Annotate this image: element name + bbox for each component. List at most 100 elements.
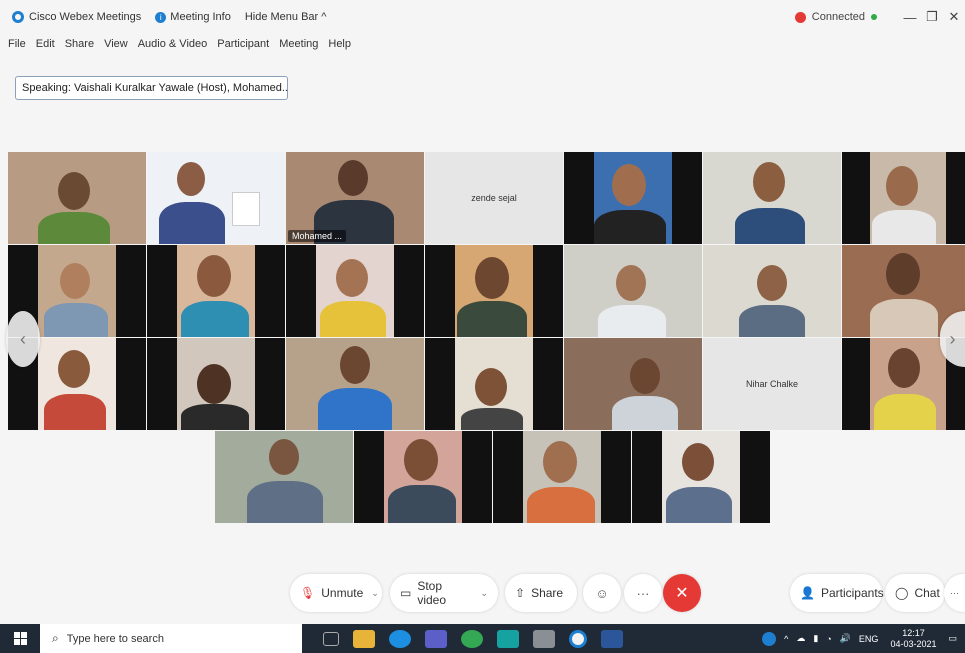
clock-time: 12:17 xyxy=(902,627,925,638)
video-tile[interactable] xyxy=(354,431,492,523)
speaking-indicator: Speaking: Vaishali Kuralkar Yawale (Host… xyxy=(15,76,288,100)
webex-meeting-window: Cisco Webex Meetings i Meeting Info Hide… xyxy=(0,0,965,653)
menu-share[interactable]: Share xyxy=(65,38,94,56)
video-tile[interactable] xyxy=(703,152,841,244)
stop-video-button[interactable]: ▭ Stop video ⌄ xyxy=(390,574,498,612)
video-tile[interactable] xyxy=(632,431,770,523)
unmute-button[interactable]: 🎙 Unmute ⌄ xyxy=(290,574,382,612)
meeting-controls: 🎙 Unmute ⌄ ▭ Stop video ⌄ ⇧ Share ☺ ··· … xyxy=(0,570,965,616)
network-icon[interactable]: ◔ xyxy=(826,634,831,644)
chrome-icon[interactable] xyxy=(461,629,483,648)
meeting-info-label: Meeting Info xyxy=(170,11,231,23)
chevron-up-icon[interactable]: ^ xyxy=(784,634,788,644)
menu-edit[interactable]: Edit xyxy=(36,38,55,56)
app-title: Cisco Webex Meetings xyxy=(0,11,141,23)
chevron-right-icon: › xyxy=(949,328,956,349)
video-tile[interactable] xyxy=(564,338,702,430)
video-tile[interactable] xyxy=(147,152,285,244)
video-tile[interactable] xyxy=(147,245,285,337)
video-tile[interactable] xyxy=(842,152,965,244)
connection-status-icon xyxy=(794,11,806,23)
video-tile[interactable] xyxy=(564,245,702,337)
menu-meeting[interactable]: Meeting xyxy=(279,38,318,56)
title-bar: Cisco Webex Meetings i Meeting Info Hide… xyxy=(0,0,965,34)
word-icon[interactable] xyxy=(601,629,623,648)
hide-menu-bar-label: Hide Menu Bar ^ xyxy=(244,11,327,23)
chevron-down-icon[interactable]: ⌄ xyxy=(371,588,379,599)
close-button[interactable]: ✕ xyxy=(943,9,965,25)
video-tile[interactable] xyxy=(215,431,353,523)
reactions-button[interactable]: ☺ xyxy=(583,574,621,612)
clock-date: 04-03-2021 xyxy=(890,638,937,649)
teal-app-icon[interactable] xyxy=(497,629,519,648)
webex-logo-icon xyxy=(12,11,24,23)
video-tile[interactable] xyxy=(564,152,702,244)
close-icon: ✕ xyxy=(675,585,689,602)
search-placeholder: Type here to search xyxy=(66,632,164,645)
task-view-icon[interactable] xyxy=(323,631,339,646)
share-button[interactable]: ⇧ Share xyxy=(505,574,577,612)
connection-status[interactable]: Connected xyxy=(812,11,865,23)
video-tile[interactable] xyxy=(425,338,563,430)
chat-label: Chat xyxy=(914,586,940,600)
start-button[interactable] xyxy=(0,624,40,653)
file-explorer-icon[interactable] xyxy=(353,629,375,648)
menu-bar: File Edit Share View Audio & Video Parti… xyxy=(8,38,361,56)
info-icon: i xyxy=(155,11,167,23)
meeting-info-button[interactable]: i Meeting Info xyxy=(155,11,231,23)
menu-file[interactable]: File xyxy=(8,38,26,56)
menu-view[interactable]: View xyxy=(104,38,128,56)
participants-label: Participants xyxy=(820,586,884,600)
hide-menu-bar-button[interactable]: Hide Menu Bar ^ xyxy=(245,11,327,23)
person-icon: 👤 xyxy=(800,586,815,600)
video-tile[interactable] xyxy=(493,431,631,523)
stop-video-label: Stop video xyxy=(417,579,447,607)
video-tile[interactable] xyxy=(8,152,146,244)
minimize-button[interactable]: — xyxy=(899,10,921,25)
edge-browser-icon[interactable] xyxy=(389,629,411,648)
onedrive-icon[interactable]: ☁ xyxy=(796,633,805,644)
chevron-down-icon[interactable]: ⌄ xyxy=(480,588,488,599)
video-tile-no-video[interactable]: zende sejal xyxy=(425,152,563,244)
windows-logo-icon xyxy=(13,632,27,645)
search-icon: ⌕ xyxy=(52,631,59,645)
more-icon: ··· xyxy=(636,585,650,601)
video-tile[interactable] xyxy=(425,245,563,337)
menu-participant[interactable]: Participant xyxy=(217,38,269,56)
menu-audio-video[interactable]: Audio & Video xyxy=(138,38,208,56)
teams-icon[interactable] xyxy=(425,629,447,648)
chevron-left-icon: ‹ xyxy=(20,328,26,349)
webex-taskbar-icon[interactable] xyxy=(569,629,587,648)
smiley-icon: ☺ xyxy=(595,585,609,601)
taskbar-search[interactable]: ⌕ Type here to search xyxy=(40,624,302,653)
title-bar-right: Connected — ❐ ✕ xyxy=(794,0,965,34)
video-grid: Mohamed ... zende sejal Nihar Chalke xyxy=(8,152,965,524)
menu-help[interactable]: Help xyxy=(328,38,351,56)
notifications-icon[interactable]: ▭ xyxy=(948,633,957,644)
leave-meeting-button[interactable]: ✕ xyxy=(663,574,701,612)
chat-button[interactable]: ◯ Chat xyxy=(885,574,945,612)
battery-icon[interactable]: ▮ xyxy=(813,633,818,644)
video-tile[interactable] xyxy=(703,245,841,337)
video-tile[interactable] xyxy=(147,338,285,430)
volume-icon[interactable]: 🔊 xyxy=(840,633,851,644)
windows-taskbar: ⌕ Type here to search ^ ☁ ▮ ◔ 🔊 ENG 12:1… xyxy=(0,624,965,653)
language-indicator[interactable]: ENG xyxy=(859,634,879,644)
help-icon[interactable] xyxy=(762,631,777,646)
more-icon: ··· xyxy=(950,588,959,598)
panel-more-button[interactable]: ··· xyxy=(944,574,965,612)
video-tile-no-video[interactable]: Nihar Chalke xyxy=(703,338,841,430)
system-tray: ^ ☁ ▮ ◔ 🔊 ENG 12:17 04-03-2021 ▭ xyxy=(758,624,965,653)
participant-name: zende sejal xyxy=(471,193,517,203)
video-tile[interactable] xyxy=(286,338,424,430)
more-options-button[interactable]: ··· xyxy=(624,574,662,612)
app-title-text: Cisco Webex Meetings xyxy=(29,11,142,23)
video-tile[interactable] xyxy=(286,245,424,337)
participants-button[interactable]: 👤 Participants xyxy=(790,574,884,612)
paint-icon[interactable] xyxy=(533,629,555,648)
participant-name-label: Mohamed ... xyxy=(288,230,347,242)
clock[interactable]: 12:17 04-03-2021 xyxy=(890,628,936,650)
video-tile-active-speaker[interactable]: Mohamed ... xyxy=(286,152,424,244)
restore-button[interactable]: ❐ xyxy=(921,9,943,25)
previous-page-button[interactable]: ‹ xyxy=(6,311,40,367)
